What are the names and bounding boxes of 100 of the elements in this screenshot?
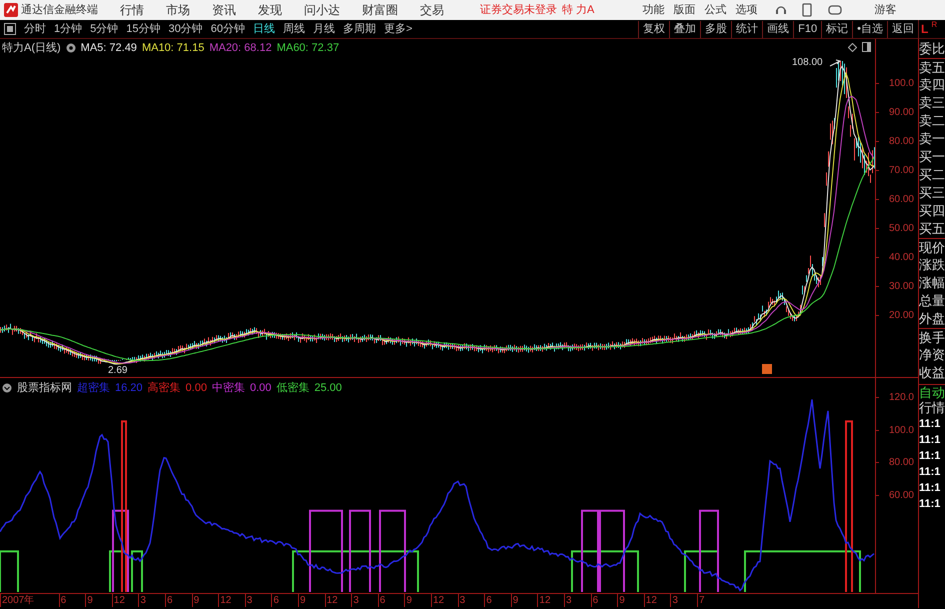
quote-label: 买四 [919,202,945,220]
menu-item[interactable]: 选项 [735,2,758,18]
chart-mode-label[interactable]: R [931,20,938,30]
tool-button[interactable]: 统计 [731,20,762,38]
quote-label: 换手 [919,328,945,346]
menu-item[interactable]: 行情 [120,1,144,19]
tool-button[interactable]: F10 [793,20,822,38]
menu-item[interactable]: 版面 [673,2,696,18]
ma-value: MA60: 72.37 [276,41,340,56]
menu-item[interactable]: 发现 [258,1,282,19]
date-label: 12 [218,594,232,607]
indicator-title: 股票指标网 [17,381,72,396]
axis-label: 100.0 [888,77,914,91]
high-price-label: 108.00 [792,56,823,70]
axis-label: 50.00 [888,222,914,236]
legend-value: 0.00 [250,381,272,396]
tool-button[interactable]: 复权 [638,20,670,38]
axis-label: 40.00 [888,251,914,265]
date-label: 9 [404,594,412,607]
date-label: 9 [617,594,625,607]
legend-name: 超密集 [77,380,110,396]
tool-button[interactable]: 叠加 [669,20,700,38]
menu-item[interactable]: 公式 [704,2,726,18]
date-label: 6 [378,594,386,607]
period-tab[interactable]: 15分钟 [122,20,164,38]
trade-time: 11:1 [919,497,942,512]
axis-label: 60.00 [888,488,914,502]
trade-time: 11:1 [919,465,942,480]
period-tab[interactable]: 30分钟 [164,20,207,38]
user-name[interactable]: 游客 [874,2,896,18]
trade-time: 11:1 [919,481,942,496]
app-title: 通达信金融终端 [21,2,98,18]
axis-label: 20.00 [888,309,914,323]
ma-value: MA5: 72.49 [80,41,137,56]
date-label: 6 [271,594,279,607]
date-label: 6 [58,594,66,607]
quote-label: 委比 [919,40,945,58]
period-tab[interactable]: 分时 [20,20,50,38]
login-status: 证券交易未登录 [480,2,557,18]
date-label: 3 [138,594,146,607]
quote-label: 总量 [919,292,945,310]
date-label: 12 [431,594,444,607]
tool-button[interactable]: 返回 [887,20,918,38]
auto-label[interactable]: 自动 [919,384,945,400]
date-label: 3 [458,594,466,607]
quote-label: 涨跌 [919,256,945,274]
menu-item[interactable]: 财富圈 [362,1,398,19]
market-label[interactable]: 行情 [919,400,945,416]
tool-button[interactable]: 多股 [700,20,732,38]
axis-label: 60.00 [888,193,914,207]
date-label: 3 [244,594,252,607]
menu-item[interactable]: 市场 [166,1,190,19]
quote-label: 卖五 [919,58,945,76]
date-label: 9 [85,594,93,607]
legend-name: 低密集 [276,380,310,396]
quote-label: 外盘 [919,310,945,328]
menu-item[interactable]: 交易 [420,1,444,19]
period-tab[interactable]: 5分钟 [86,20,122,38]
menu-item[interactable]: 问小达 [304,1,340,19]
axis-label: 30.00 [888,280,914,294]
menu-item[interactable]: 资讯 [212,1,236,19]
period-tab[interactable]: 周线 [279,20,309,38]
legend-name: 中密集 [212,380,245,396]
date-label: 6 [590,594,598,607]
legend-value: 0.00 [186,381,207,396]
period-tab[interactable]: 多周期 [339,20,380,38]
period-tab[interactable]: 1分钟 [50,20,86,38]
menu-item[interactable]: 功能 [642,2,664,18]
period-tab[interactable]: 60分钟 [206,20,249,38]
legend-value: 16.20 [115,381,143,396]
period-tab[interactable]: 月线 [309,20,339,38]
quote-label: 买五 [919,220,945,238]
tool-button[interactable]: 画线 [762,20,794,38]
chart-mode-label[interactable]: L [921,20,928,38]
ma-value: MA10: 71.15 [142,41,204,56]
date-label: 6 [484,594,492,607]
stock-name: 特 力A [562,2,594,18]
date-label: 12 [324,594,338,607]
legend-name: 高密集 [148,380,181,396]
low-price-label: 2.69 [108,364,128,378]
date-label: 7 [697,594,705,607]
period-tab[interactable]: 日线 [249,20,279,38]
trade-time: 11:1 [919,449,942,464]
date-label: 3 [351,594,359,607]
tool-button[interactable]: •自选 [852,20,887,38]
legend-value: 25.00 [314,381,342,396]
quote-label: 卖一 [919,130,945,148]
quote-label: 卖四 [919,76,945,94]
tool-button[interactable]: 标记 [821,20,852,38]
period-tab[interactable]: 更多> [380,20,416,38]
ma-value: MA20: 68.12 [209,41,272,56]
quote-label: 涨幅 [919,274,945,292]
date-label: 3 [564,594,572,607]
quote-label: 买二 [919,166,945,184]
axis-label: 90.00 [888,106,914,120]
quote-label: 买三 [919,184,945,202]
date-label: 3 [670,594,678,607]
quote-label: 买一 [919,148,945,166]
date-label: 6 [165,594,173,607]
trade-time: 11:1 [919,417,942,432]
